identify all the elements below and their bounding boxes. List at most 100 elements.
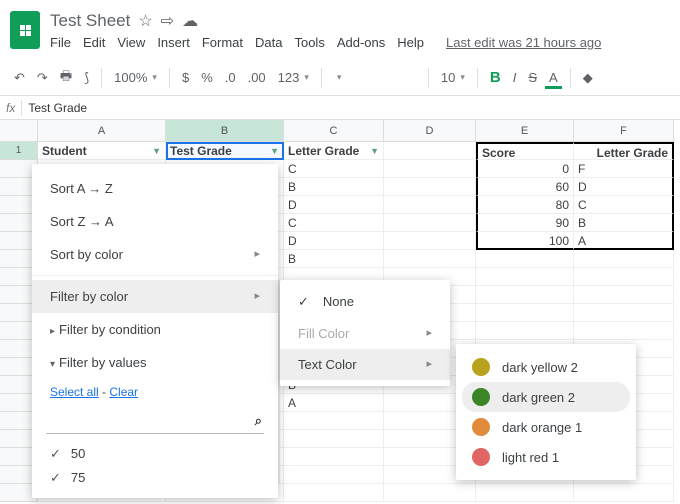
star-icon[interactable]: ☆ xyxy=(138,11,152,31)
cell[interactable] xyxy=(476,250,574,268)
color-option[interactable]: dark green 2 xyxy=(462,382,630,412)
cell[interactable] xyxy=(574,322,674,340)
cell[interactable]: D xyxy=(284,232,384,250)
menu-view[interactable]: View xyxy=(117,35,145,50)
cell[interactable]: 0 xyxy=(476,160,574,178)
zoom-select[interactable]: 100% xyxy=(110,66,161,89)
cell[interactable] xyxy=(284,484,384,502)
dec-increase-button[interactable]: .00 xyxy=(244,66,270,89)
cell[interactable]: B xyxy=(284,178,384,196)
cell[interactable]: Test Grade▼ xyxy=(166,142,284,160)
redo-button[interactable]: ↷ xyxy=(33,66,52,90)
menu-edit[interactable]: Edit xyxy=(83,35,105,50)
cell[interactable]: D xyxy=(574,178,674,196)
filter-icon[interactable]: ▼ xyxy=(270,142,279,160)
cell[interactable]: A xyxy=(284,394,384,412)
cell[interactable]: 80 xyxy=(476,196,574,214)
col-D[interactable]: D xyxy=(384,120,476,142)
cell[interactable] xyxy=(574,268,674,286)
filter-search[interactable]: ⌕ xyxy=(46,409,264,434)
print-button[interactable]: 🖶 xyxy=(56,63,76,93)
cell[interactable]: Letter Grade xyxy=(574,142,674,160)
color-option[interactable]: dark yellow 2 xyxy=(462,352,630,382)
cell[interactable] xyxy=(384,214,476,232)
filter-by-color[interactable]: Filter by color xyxy=(32,280,278,313)
menu-addons[interactable]: Add-ons xyxy=(337,35,385,50)
cell[interactable]: 90 xyxy=(476,214,574,232)
sort-az[interactable]: Sort A → Z xyxy=(32,172,278,205)
value-item[interactable]: 50 xyxy=(32,442,278,466)
filter-icon[interactable]: ▼ xyxy=(152,142,161,160)
value-item[interactable]: 75 xyxy=(32,466,278,490)
dec-decrease-button[interactable]: .0 xyxy=(221,66,240,89)
cell[interactable]: F xyxy=(574,160,674,178)
filter-search-input[interactable] xyxy=(48,414,255,429)
cell[interactable] xyxy=(284,448,384,466)
col-F[interactable]: F xyxy=(574,120,674,142)
fill-color-option[interactable]: Fill Color xyxy=(280,318,450,349)
cell[interactable] xyxy=(574,250,674,268)
sort-za[interactable]: Sort Z → A xyxy=(32,205,278,238)
cell[interactable]: Letter Grade▼ xyxy=(284,142,384,160)
cloud-icon[interactable]: ☁ xyxy=(182,11,198,31)
cell[interactable]: C xyxy=(574,196,674,214)
col-C[interactable]: C xyxy=(284,120,384,142)
last-edit-link[interactable]: Last edit was 21 hours ago xyxy=(446,35,601,50)
cell[interactable] xyxy=(476,304,574,322)
cell[interactable] xyxy=(384,232,476,250)
fillcolor-button[interactable]: ◆ xyxy=(579,66,597,90)
cell[interactable] xyxy=(476,484,574,502)
search-icon[interactable]: ⌕ xyxy=(255,413,262,429)
col-E[interactable]: E xyxy=(476,120,574,142)
cell[interactable] xyxy=(384,484,476,502)
none-option[interactable]: ✓None xyxy=(280,286,450,318)
paintformat-button[interactable]: ⟆ xyxy=(80,66,93,90)
cell[interactable]: B xyxy=(574,214,674,232)
cell[interactable]: C xyxy=(284,214,384,232)
strike-button[interactable]: S xyxy=(524,66,541,89)
col-A[interactable]: A xyxy=(38,120,166,142)
cell[interactable] xyxy=(284,466,384,484)
cell[interactable] xyxy=(284,430,384,448)
filter-icon[interactable]: ▼ xyxy=(370,142,379,160)
cell[interactable] xyxy=(574,286,674,304)
move-icon[interactable]: ⇨ xyxy=(161,11,174,31)
text-color-option[interactable]: Text Color xyxy=(280,349,450,380)
currency-button[interactable]: $ xyxy=(178,66,193,89)
cell[interactable]: C xyxy=(284,160,384,178)
cell[interactable] xyxy=(384,250,476,268)
cell[interactable]: D xyxy=(284,196,384,214)
sheets-logo[interactable] xyxy=(10,11,40,49)
bold-button[interactable]: B xyxy=(486,65,505,90)
menu-data[interactable]: Data xyxy=(255,35,282,50)
italic-button[interactable]: I xyxy=(509,66,521,89)
select-all-link[interactable]: Select all xyxy=(50,385,99,399)
col-B[interactable]: B xyxy=(166,120,284,142)
font-select[interactable] xyxy=(330,68,420,87)
formula-input[interactable]: Test Grade xyxy=(28,101,87,115)
cell[interactable] xyxy=(384,178,476,196)
cell[interactable] xyxy=(384,142,476,160)
cell[interactable]: Student▼ xyxy=(38,142,166,160)
menu-file[interactable]: File xyxy=(50,35,71,50)
cell[interactable]: A xyxy=(574,232,674,250)
cell[interactable]: Score xyxy=(476,142,574,160)
undo-button[interactable]: ↶ xyxy=(10,66,29,90)
color-option[interactable]: dark orange 1 xyxy=(462,412,630,442)
menu-format[interactable]: Format xyxy=(202,35,243,50)
row-1[interactable]: 1 xyxy=(0,142,38,160)
cell[interactable] xyxy=(384,160,476,178)
menu-tools[interactable]: Tools xyxy=(294,35,324,50)
menu-help[interactable]: Help xyxy=(397,35,424,50)
doc-title[interactable]: Test Sheet xyxy=(50,11,130,31)
cell[interactable] xyxy=(476,268,574,286)
cell[interactable]: 100 xyxy=(476,232,574,250)
fontsize-select[interactable]: 10 xyxy=(437,66,469,89)
filter-by-values[interactable]: ▾Filter by values xyxy=(32,346,278,379)
cell[interactable] xyxy=(574,484,674,502)
moreformats-button[interactable]: 123 xyxy=(274,66,313,89)
filter-by-condition[interactable]: ▸Filter by condition xyxy=(32,313,278,346)
cell[interactable] xyxy=(476,322,574,340)
cell[interactable] xyxy=(284,412,384,430)
cell[interactable]: 60 xyxy=(476,178,574,196)
